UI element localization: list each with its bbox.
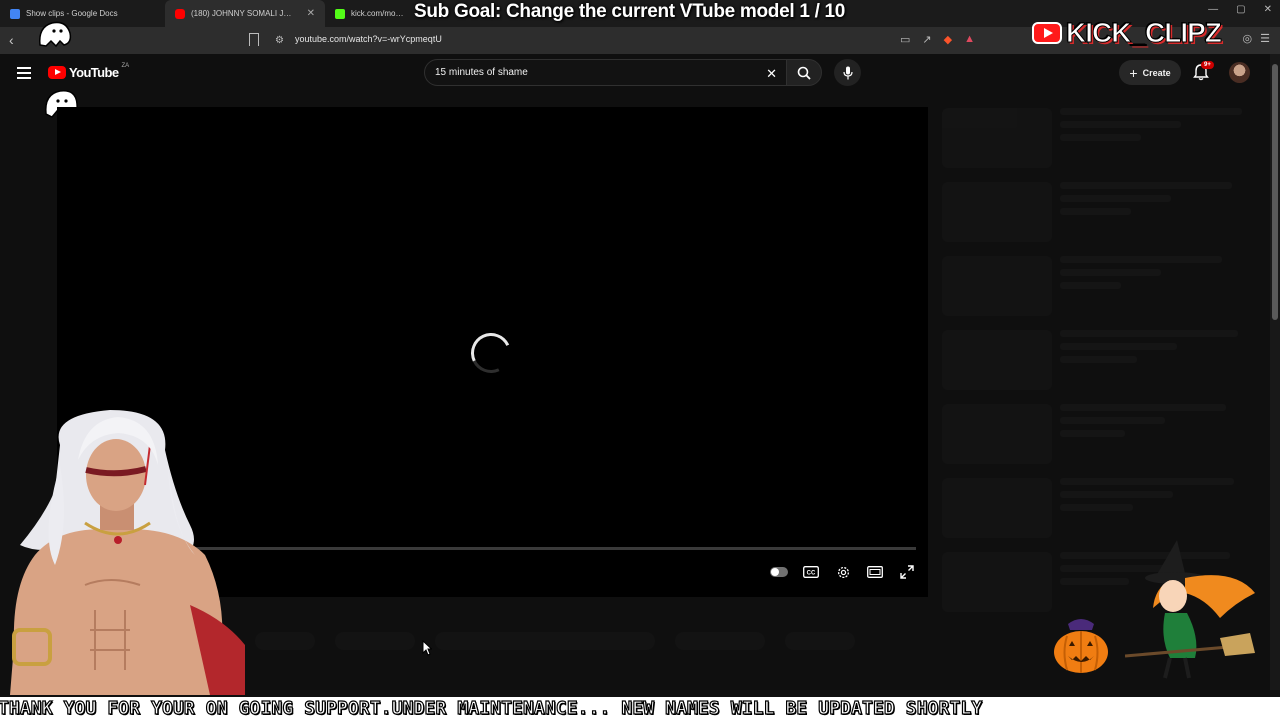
search-icon: [797, 66, 811, 80]
address-actions: ▭ ↗ ◆ ▲: [900, 33, 975, 46]
ghost-sticker-icon: [39, 21, 72, 48]
autoplay-toggle[interactable]: [770, 565, 788, 579]
loading-spinner-icon: [465, 327, 517, 379]
list-item[interactable]: [942, 256, 1262, 316]
extensions-area: ◎ ☰: [1243, 32, 1270, 45]
url-field[interactable]: youtube.com/watch?v=-wrYcpmeqtU: [295, 34, 442, 44]
vtuber-avatar: [10, 410, 245, 695]
google-docs-icon: [10, 8, 20, 19]
country-code: ZA: [121, 63, 130, 69]
create-label: Create: [1142, 67, 1171, 78]
clear-search-icon[interactable]: ✕: [766, 66, 777, 82]
notification-count-badge: 9+: [1201, 61, 1214, 69]
theater-mode-button[interactable]: [866, 565, 884, 579]
pumpkin-sticker-icon: [1054, 619, 1108, 673]
ticker-text: THANK YOU FOR YOUR ON GOING SUPPORT.UNDE…: [0, 697, 983, 719]
list-item[interactable]: [942, 404, 1262, 464]
brave-shield-icon[interactable]: ◆: [944, 33, 952, 46]
tab-google-docs[interactable]: Show clips - Google Docs: [0, 0, 165, 27]
gear-icon: [837, 566, 849, 578]
close-window-icon[interactable]: ✕: [1264, 4, 1272, 15]
captions-button[interactable]: CC: [802, 565, 820, 579]
window-controls: — ▢ ✕: [1208, 4, 1272, 15]
youtube-logo[interactable]: YouTube ZA: [48, 63, 130, 80]
list-item[interactable]: [942, 330, 1262, 390]
page-scrollbar[interactable]: [1270, 54, 1280, 690]
tab-label: kick.com/moises: [351, 9, 405, 18]
menu-kebab-icon[interactable]: ☰: [1260, 32, 1270, 45]
kick-favicon-icon: [335, 8, 345, 19]
create-button[interactable]: + Create: [1119, 60, 1181, 85]
list-item[interactable]: [942, 108, 1262, 168]
site-info-icon[interactable]: ⚙: [275, 35, 286, 46]
subgoal-overlay: Sub Goal: Change the current VTube model…: [414, 1, 846, 22]
fullscreen-icon: [900, 565, 914, 579]
scrolling-ticker: THANK YOU FOR YOUR ON GOING SUPPORT.UNDE…: [0, 697, 1280, 720]
fullscreen-button[interactable]: [898, 565, 916, 579]
tab-close-icon[interactable]: ✕: [307, 8, 315, 19]
search-query[interactable]: 15 minutes of shame: [435, 67, 528, 78]
youtube-play-icon: [1032, 22, 1062, 44]
minimize-icon[interactable]: —: [1208, 4, 1218, 15]
youtube-play-logo-icon: [48, 66, 66, 79]
list-item[interactable]: [942, 478, 1262, 538]
player-controls: CC: [770, 565, 916, 579]
list-item[interactable]: [942, 182, 1262, 242]
channel-badge-text: KICK_CLIPZ: [1066, 17, 1223, 49]
youtube-wordmark: YouTube: [69, 65, 119, 80]
microphone-icon: [842, 66, 853, 79]
mouse-cursor-icon: [422, 640, 432, 656]
youtube-favicon-icon: [175, 8, 185, 19]
captions-icon: CC: [803, 566, 819, 578]
hamburger-menu-icon[interactable]: [17, 67, 31, 79]
avatar[interactable]: [1229, 62, 1250, 83]
bookmark-icon[interactable]: [249, 33, 259, 46]
cast-icon[interactable]: ▭: [900, 33, 910, 46]
svg-text:CC: CC: [807, 571, 816, 577]
theater-icon: [867, 566, 883, 578]
maximize-icon[interactable]: ▢: [1236, 4, 1245, 15]
back-icon[interactable]: ‹: [9, 32, 14, 48]
voice-search-button[interactable]: [834, 59, 861, 86]
search-input[interactable]: 15 minutes of shame ✕: [424, 59, 788, 86]
share-icon[interactable]: ↗: [922, 33, 931, 46]
scrollbar-thumb[interactable]: [1272, 64, 1278, 320]
screen: Show clips - Google Docs (180) JOHNNY SO…: [0, 0, 1280, 720]
plus-icon: +: [1129, 64, 1138, 81]
vpn-icon[interactable]: ◎: [1243, 32, 1253, 45]
settings-button[interactable]: [834, 565, 852, 579]
rewards-icon[interactable]: ▲: [964, 33, 975, 46]
tab-label: (180) JOHNNY SOMALI JUST CO: [191, 9, 295, 18]
channel-badge: KICK_CLIPZ: [1032, 16, 1223, 50]
tab-youtube[interactable]: (180) JOHNNY SOMALI JUST CO ✕: [165, 0, 325, 27]
tab-kick[interactable]: kick.com/moises: [325, 0, 415, 27]
witch-sticker-icon: [1125, 540, 1255, 679]
search-button[interactable]: [786, 59, 822, 86]
youtube-header: YouTube ZA 15 minutes of shame ✕ + Creat…: [0, 54, 1270, 94]
video-meta-ghost: [255, 632, 915, 652]
